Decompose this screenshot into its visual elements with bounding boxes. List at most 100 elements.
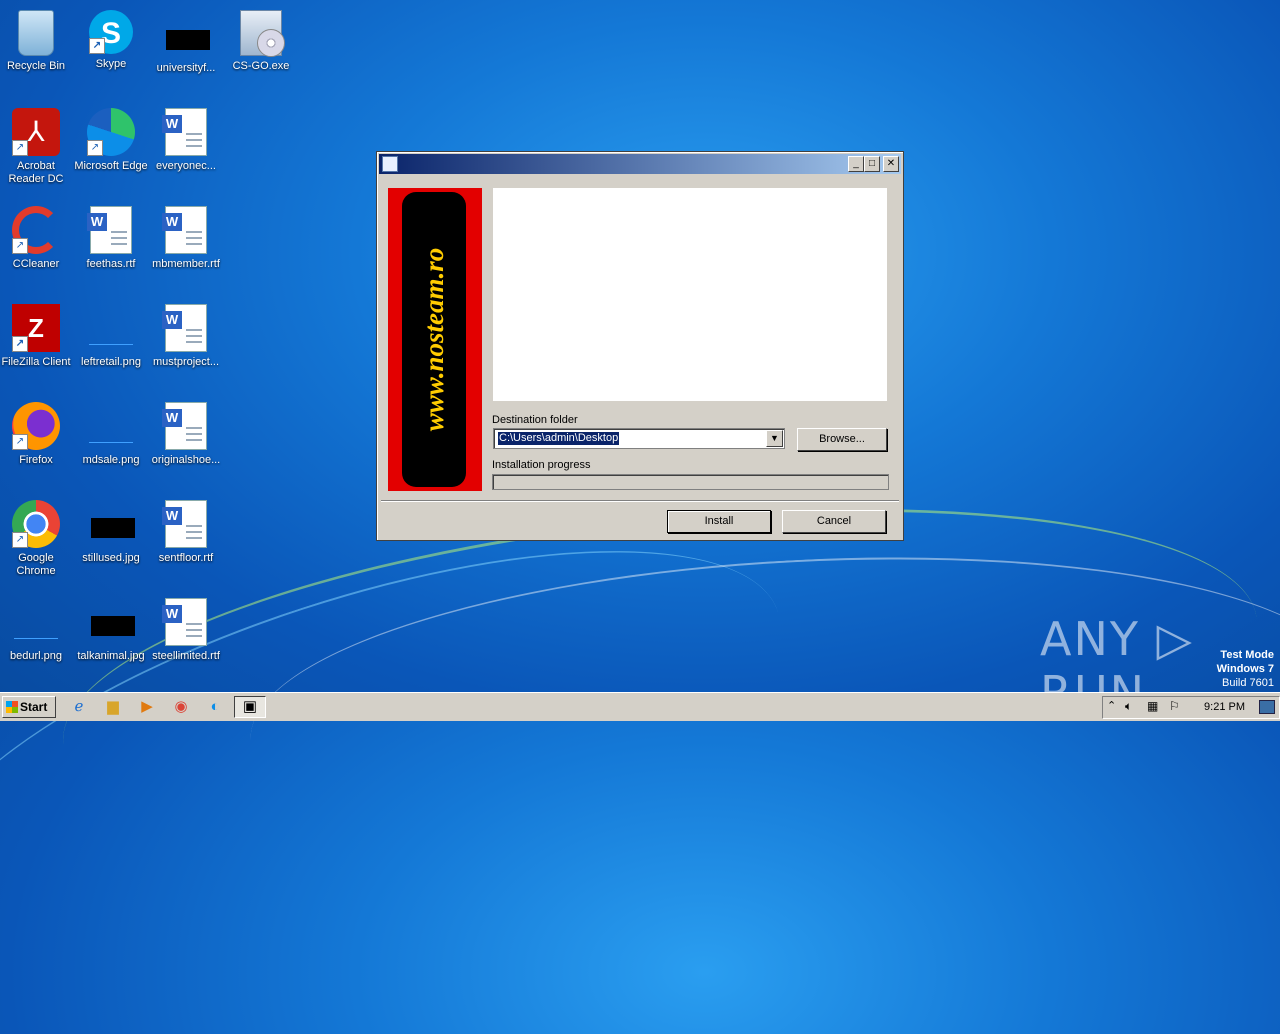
- edge-icon: ↗: [87, 108, 135, 156]
- desktop-icon-originalshoe[interactable]: originalshoe...: [148, 396, 224, 467]
- desktop-icon-mdsale[interactable]: mdsale.png: [73, 396, 149, 467]
- test-mode-notice: Test Mode Windows 7 Build 7601: [1217, 648, 1274, 690]
- desktop-icon-recycle-bin[interactable]: Recycle Bin: [0, 4, 74, 73]
- cancel-button[interactable]: Cancel: [782, 510, 886, 533]
- speaker-icon[interactable]: 🔈︎: [1125, 699, 1132, 714]
- desktop-icon-stillused[interactable]: stillused.jpg: [73, 494, 149, 565]
- dialog-titlebar[interactable]: _ □ ✕: [379, 154, 901, 174]
- desktop-icon-csgo[interactable]: CS-GO.exe: [223, 4, 299, 73]
- firefox-icon: ↗: [12, 402, 60, 450]
- desktop-icon-sentfloor[interactable]: sentfloor.rtf: [148, 494, 224, 565]
- installer-dialog: _ □ ✕ www.nosteam.ro Destination folder …: [376, 151, 904, 541]
- banner-image: www.nosteam.ro: [388, 188, 482, 491]
- windows-logo-icon: [6, 701, 18, 713]
- desktop-icon-edge[interactable]: ↗ Microsoft Edge: [73, 102, 149, 173]
- desktop-icon-talkanimal[interactable]: talkanimal.jpg: [73, 592, 149, 663]
- desktop-icon-universityf[interactable]: universityf...: [148, 4, 224, 75]
- word-document-icon: [87, 206, 132, 254]
- chevron-up-icon[interactable]: ⌃: [1107, 699, 1116, 712]
- desktop-icon-ccleaner[interactable]: ↗ CCleaner: [0, 200, 74, 271]
- desktop-icon-feethas[interactable]: feethas.rtf: [73, 200, 149, 271]
- destination-folder-label: Destination folder: [492, 414, 578, 426]
- info-panel: [493, 188, 887, 401]
- installation-progress-bar: [492, 474, 889, 490]
- image-file-icon: [162, 10, 210, 58]
- image-file-icon: [87, 500, 135, 548]
- installation-progress-label: Installation progress: [492, 459, 591, 471]
- icon-label: Skype: [95, 58, 127, 70]
- icon-label: mustproject...: [152, 356, 220, 368]
- word-document-icon: [162, 304, 207, 352]
- filezilla-icon: Z ↗: [12, 304, 60, 352]
- skype-icon: S ↗: [89, 10, 133, 54]
- maximize-icon[interactable]: □: [864, 156, 880, 172]
- icon-label: stillused.jpg: [82, 552, 140, 564]
- app-icon: [382, 156, 398, 172]
- desktop-icon-skype[interactable]: S ↗ Skype: [73, 4, 149, 71]
- internet-explorer-icon[interactable]: ℯ: [68, 697, 90, 717]
- destination-folder-value[interactable]: C:\Users\admin\Desktop: [498, 432, 620, 445]
- test-mode-label: Test Mode: [1220, 649, 1274, 661]
- icon-label: steellimited.rtf: [152, 650, 220, 662]
- desktop-icon-bedurl[interactable]: bedurl.png: [0, 592, 74, 663]
- desktop-icon-filezilla[interactable]: Z ↗ FileZilla Client: [0, 298, 74, 369]
- divider: [381, 500, 899, 502]
- desktop-icon-acrobat[interactable]: ⅄ ↗ Acrobat Reader DC: [0, 102, 74, 186]
- show-desktop-icon[interactable]: [1259, 700, 1275, 714]
- taskbar-installer-button[interactable]: ▣: [234, 696, 266, 718]
- word-document-icon: [162, 206, 207, 254]
- installer-icon: [240, 10, 285, 57]
- icon-label: feethas.rtf: [86, 258, 136, 270]
- word-document-icon: [162, 108, 207, 156]
- ccleaner-icon: ↗: [12, 206, 60, 254]
- chrome-icon[interactable]: ◉: [170, 697, 192, 717]
- desktop-icon-firefox[interactable]: ↗ Firefox: [0, 396, 74, 467]
- desktop-icon-leftretail[interactable]: leftretail.png: [73, 298, 149, 369]
- desktop-icon-mbmember[interactable]: mbmember.rtf: [148, 200, 224, 271]
- chrome-icon: ↗: [12, 500, 60, 548]
- desktop-icon-everyonec[interactable]: everyonec...: [148, 102, 224, 173]
- file-explorer-icon[interactable]: ▆: [102, 697, 124, 717]
- browse-button[interactable]: Browse...: [797, 428, 887, 451]
- desktop-icon-steellimited[interactable]: steellimited.rtf: [148, 592, 224, 663]
- word-document-icon: [162, 402, 207, 450]
- icon-label: bedurl.png: [10, 650, 62, 662]
- destination-folder-combobox[interactable]: C:\Users\admin\Desktop ▼: [493, 428, 785, 449]
- edge-icon[interactable]: ◐: [204, 697, 226, 717]
- image-file-icon: [87, 598, 135, 646]
- image-file-icon: [12, 598, 60, 646]
- system-tray: ⌃ 🔈︎ ▦ ⚐ 9:21 PM: [1102, 696, 1280, 719]
- recycle-bin-icon: [18, 10, 54, 56]
- icon-label: mdsale.png: [82, 454, 140, 466]
- clock[interactable]: 9:21 PM: [1204, 701, 1245, 713]
- icon-label: CCleaner: [12, 258, 60, 270]
- icon-label: FileZilla Client: [1, 356, 71, 368]
- desktop-icon-chrome[interactable]: ↗ Google Chrome: [0, 494, 74, 578]
- minimize-icon[interactable]: _: [848, 156, 864, 172]
- start-button[interactable]: Start: [2, 696, 56, 718]
- icon-label: talkanimal.jpg: [77, 650, 145, 662]
- taskbar: Start ℯ ▆ ▶ ◉ ◐ ▣ ⌃ 🔈︎ ▦ ⚐ 9:21 PM: [0, 692, 1280, 721]
- desktop-icon-mustproject[interactable]: mustproject...: [148, 298, 224, 369]
- network-icon[interactable]: ▦: [1147, 699, 1158, 713]
- install-button[interactable]: Install: [667, 510, 771, 533]
- image-file-icon: [87, 402, 135, 450]
- icon-label: universityf...: [156, 62, 216, 74]
- close-icon[interactable]: ✕: [883, 156, 899, 172]
- word-document-icon: [162, 500, 207, 548]
- chevron-down-icon[interactable]: ▼: [766, 430, 783, 447]
- icon-label: originalshoe...: [151, 454, 221, 466]
- icon-label: everyonec...: [156, 160, 216, 172]
- icon-label: Firefox: [19, 454, 53, 466]
- icon-label: mbmember.rtf: [152, 258, 220, 270]
- media-player-icon[interactable]: ▶: [136, 697, 158, 717]
- icon-label: leftretail.png: [81, 356, 141, 368]
- flag-icon[interactable]: ⚐: [1169, 699, 1180, 713]
- icon-label: sentfloor.rtf: [158, 552, 214, 564]
- build-label: Build 7601: [1222, 677, 1274, 689]
- banner-text: www.nosteam.ro: [419, 247, 449, 432]
- word-document-icon: [162, 598, 207, 646]
- icon-label: Google Chrome: [16, 552, 56, 577]
- icon-label: CS-GO.exe: [232, 60, 290, 72]
- icon-label: Acrobat Reader DC: [8, 160, 64, 185]
